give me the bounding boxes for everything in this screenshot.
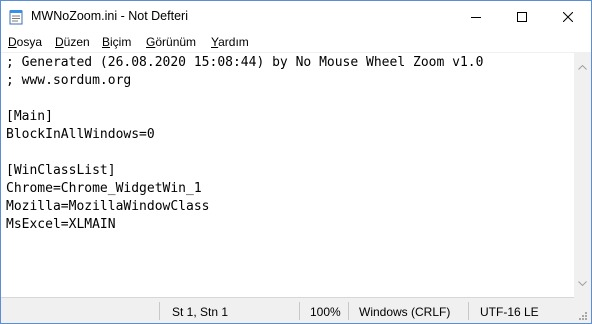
status-separator bbox=[299, 302, 300, 320]
title-bar[interactable]: MWNoZoom.ini - Not Defteri bbox=[1, 1, 591, 32]
zoom-level: 100% bbox=[310, 305, 341, 319]
line-ending: Windows (CRLF) bbox=[359, 305, 451, 319]
maximize-button[interactable] bbox=[499, 1, 545, 32]
text-editor[interactable]: ; Generated (26.08.2020 15:08:44) by No … bbox=[1, 52, 574, 298]
scroll-down-icon[interactable] bbox=[578, 273, 587, 291]
menu-edit[interactable]: Düzen bbox=[55, 35, 90, 49]
status-separator bbox=[468, 302, 469, 320]
minimize-button[interactable] bbox=[453, 1, 499, 32]
notepad-window: MWNoZoom.ini - Not Defteri Dosya Düzen B… bbox=[0, 0, 592, 324]
cursor-position: St 1, Stn 1 bbox=[172, 305, 229, 319]
editor-line: ; Generated (26.08.2020 15:08:44) by No … bbox=[6, 55, 484, 70]
notepad-icon bbox=[9, 9, 23, 25]
editor-line: Chrome=Chrome_WidgetWin_1 bbox=[6, 181, 202, 196]
editor-line: [WinClassList] bbox=[6, 163, 116, 178]
menu-view[interactable]: Görünüm bbox=[146, 35, 196, 49]
encoding: UTF-16 LE bbox=[480, 305, 539, 319]
editor-line: BlockInAllWindows=0 bbox=[6, 127, 155, 142]
editor-content[interactable]: ; Generated (26.08.2020 15:08:44) by No … bbox=[6, 54, 483, 234]
editor-line: MsExcel=XLMAIN bbox=[6, 217, 116, 232]
close-icon bbox=[563, 11, 573, 22]
status-bar: St 1, Stn 1 100% Windows (CRLF) UTF-16 L… bbox=[1, 297, 574, 323]
menu-bar: Dosya Düzen Biçim Görünüm Yardım bbox=[1, 32, 591, 52]
scroll-up-icon[interactable] bbox=[578, 57, 587, 75]
menu-format[interactable]: Biçim bbox=[102, 35, 131, 49]
editor-line: [Main] bbox=[6, 109, 53, 124]
resize-grip-icon[interactable] bbox=[577, 308, 588, 323]
maximize-icon bbox=[517, 11, 527, 22]
status-separator bbox=[159, 302, 160, 320]
menu-file[interactable]: Dosya bbox=[8, 35, 42, 49]
minimize-icon bbox=[471, 16, 481, 18]
window-title: MWNoZoom.ini - Not Defteri bbox=[31, 9, 188, 23]
editor-line: ; www.sordum.org bbox=[6, 73, 132, 88]
vertical-scrollbar[interactable] bbox=[574, 52, 591, 297]
editor-line: Mozilla=MozillaWindowClass bbox=[6, 199, 210, 214]
close-button[interactable] bbox=[545, 1, 591, 32]
menu-help[interactable]: Yardım bbox=[211, 35, 249, 49]
status-separator bbox=[348, 302, 349, 320]
